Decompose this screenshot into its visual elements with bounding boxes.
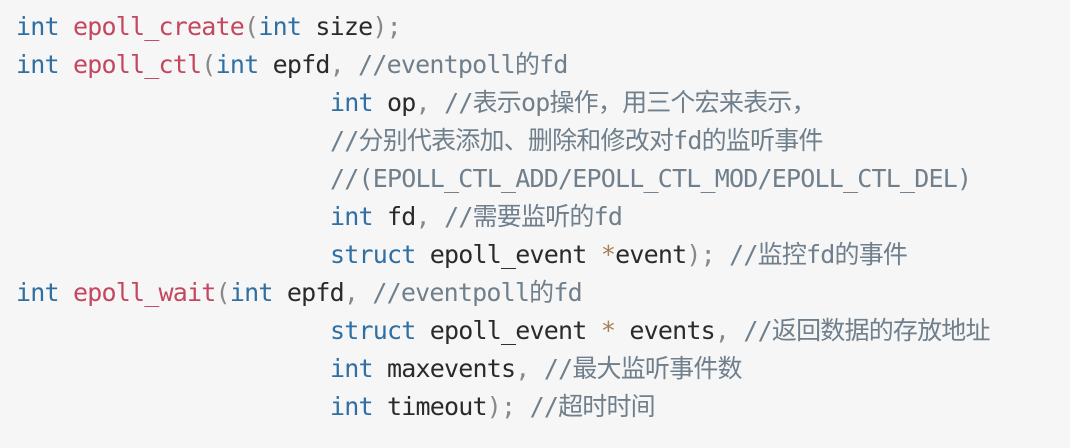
code-comment: //监控fd的事件 bbox=[729, 240, 908, 269]
comma: , bbox=[515, 354, 530, 383]
code-line-7: struct epoll_event *event); //监控fd的事件 bbox=[16, 236, 1070, 274]
comma: , bbox=[343, 278, 359, 307]
pointer-star: * bbox=[600, 240, 616, 269]
code-line-10: int maxevents, //最大监听事件数 bbox=[16, 350, 1070, 388]
param-type: int bbox=[258, 12, 302, 41]
statement-end: ); bbox=[686, 240, 715, 269]
code-line-9: struct epoll_event * events, //返回数据的存放地址 bbox=[16, 312, 1070, 350]
statement-end: ); bbox=[372, 12, 401, 41]
code-line-8: int epoll_wait(int epfd, //eventpoll的fd bbox=[16, 274, 1070, 312]
open-paren: ( bbox=[244, 12, 259, 41]
function-name: epoll_ctl bbox=[73, 50, 202, 79]
keyword-int: int bbox=[16, 50, 60, 79]
code-comment: //最大监听事件数 bbox=[543, 354, 743, 383]
code-comment: //返回数据的存放地址 bbox=[743, 316, 990, 345]
param-type: int bbox=[229, 278, 274, 307]
code-comment: //eventpoll的fd bbox=[358, 50, 568, 79]
code-line-2: int epoll_ctl(int epfd, //eventpoll的fd bbox=[16, 46, 1070, 84]
function-name: epoll_create bbox=[73, 12, 245, 41]
keyword-int: int bbox=[16, 278, 60, 307]
comma: , bbox=[415, 88, 431, 117]
code-block: int epoll_create(int size); int epoll_ct… bbox=[0, 0, 1070, 448]
code-line-11: int timeout); //超时时间 bbox=[16, 388, 1070, 426]
param-name: timeout bbox=[387, 392, 488, 421]
statement-end: ); bbox=[486, 392, 516, 421]
open-paren: ( bbox=[201, 50, 216, 79]
param-type: int bbox=[330, 392, 374, 421]
comma: , bbox=[329, 50, 345, 79]
comma: , bbox=[415, 202, 431, 231]
code-line-4: //分别代表添加、删除和修改对fd的监听事件 bbox=[16, 122, 1070, 160]
type-name: epoll_event bbox=[429, 316, 588, 345]
param-name: events bbox=[629, 316, 715, 345]
param-name: epfd bbox=[272, 50, 331, 79]
open-paren: ( bbox=[215, 278, 231, 307]
param-type: int bbox=[330, 202, 374, 231]
keyword-struct: struct bbox=[330, 316, 416, 345]
param-name: event bbox=[615, 240, 687, 269]
code-comment: //分别代表添加、删除和修改对fd的监听事件 bbox=[330, 126, 823, 155]
keyword-int: int bbox=[16, 12, 60, 41]
code-line-6: int fd, //需要监听的fd bbox=[16, 198, 1070, 236]
param-name: fd bbox=[387, 202, 416, 231]
code-comment: //(EPOLL_CTL_ADD/EPOLL_CTL_MOD/EPOLL_CTL… bbox=[330, 164, 972, 193]
function-name: epoll_wait bbox=[73, 278, 216, 307]
param-type: int bbox=[330, 88, 374, 117]
param-type: int bbox=[215, 50, 260, 79]
type-name: epoll_event bbox=[429, 240, 588, 269]
code-line-5: //(EPOLL_CTL_ADD/EPOLL_CTL_MOD/EPOLL_CTL… bbox=[16, 160, 1070, 198]
code-line-3: int op, //表示op操作，用三个宏来表示， bbox=[16, 84, 1070, 122]
code-comment: //eventpoll的fd bbox=[372, 278, 582, 307]
param-type: int bbox=[330, 354, 374, 383]
param-name: op bbox=[387, 88, 416, 117]
code-comment: //需要监听的fd bbox=[444, 202, 623, 231]
pointer-star: * bbox=[600, 316, 616, 345]
keyword-struct: struct bbox=[330, 240, 416, 269]
param-name: maxevents bbox=[387, 354, 516, 383]
param-name: size bbox=[315, 12, 373, 41]
code-comment: //表示op操作，用三个宏来表示， bbox=[444, 88, 816, 117]
code-line-1: int epoll_create(int size); bbox=[16, 8, 1070, 46]
code-comment: //超时时间 bbox=[529, 392, 656, 421]
comma: , bbox=[714, 316, 730, 345]
param-name: epfd bbox=[286, 278, 345, 307]
